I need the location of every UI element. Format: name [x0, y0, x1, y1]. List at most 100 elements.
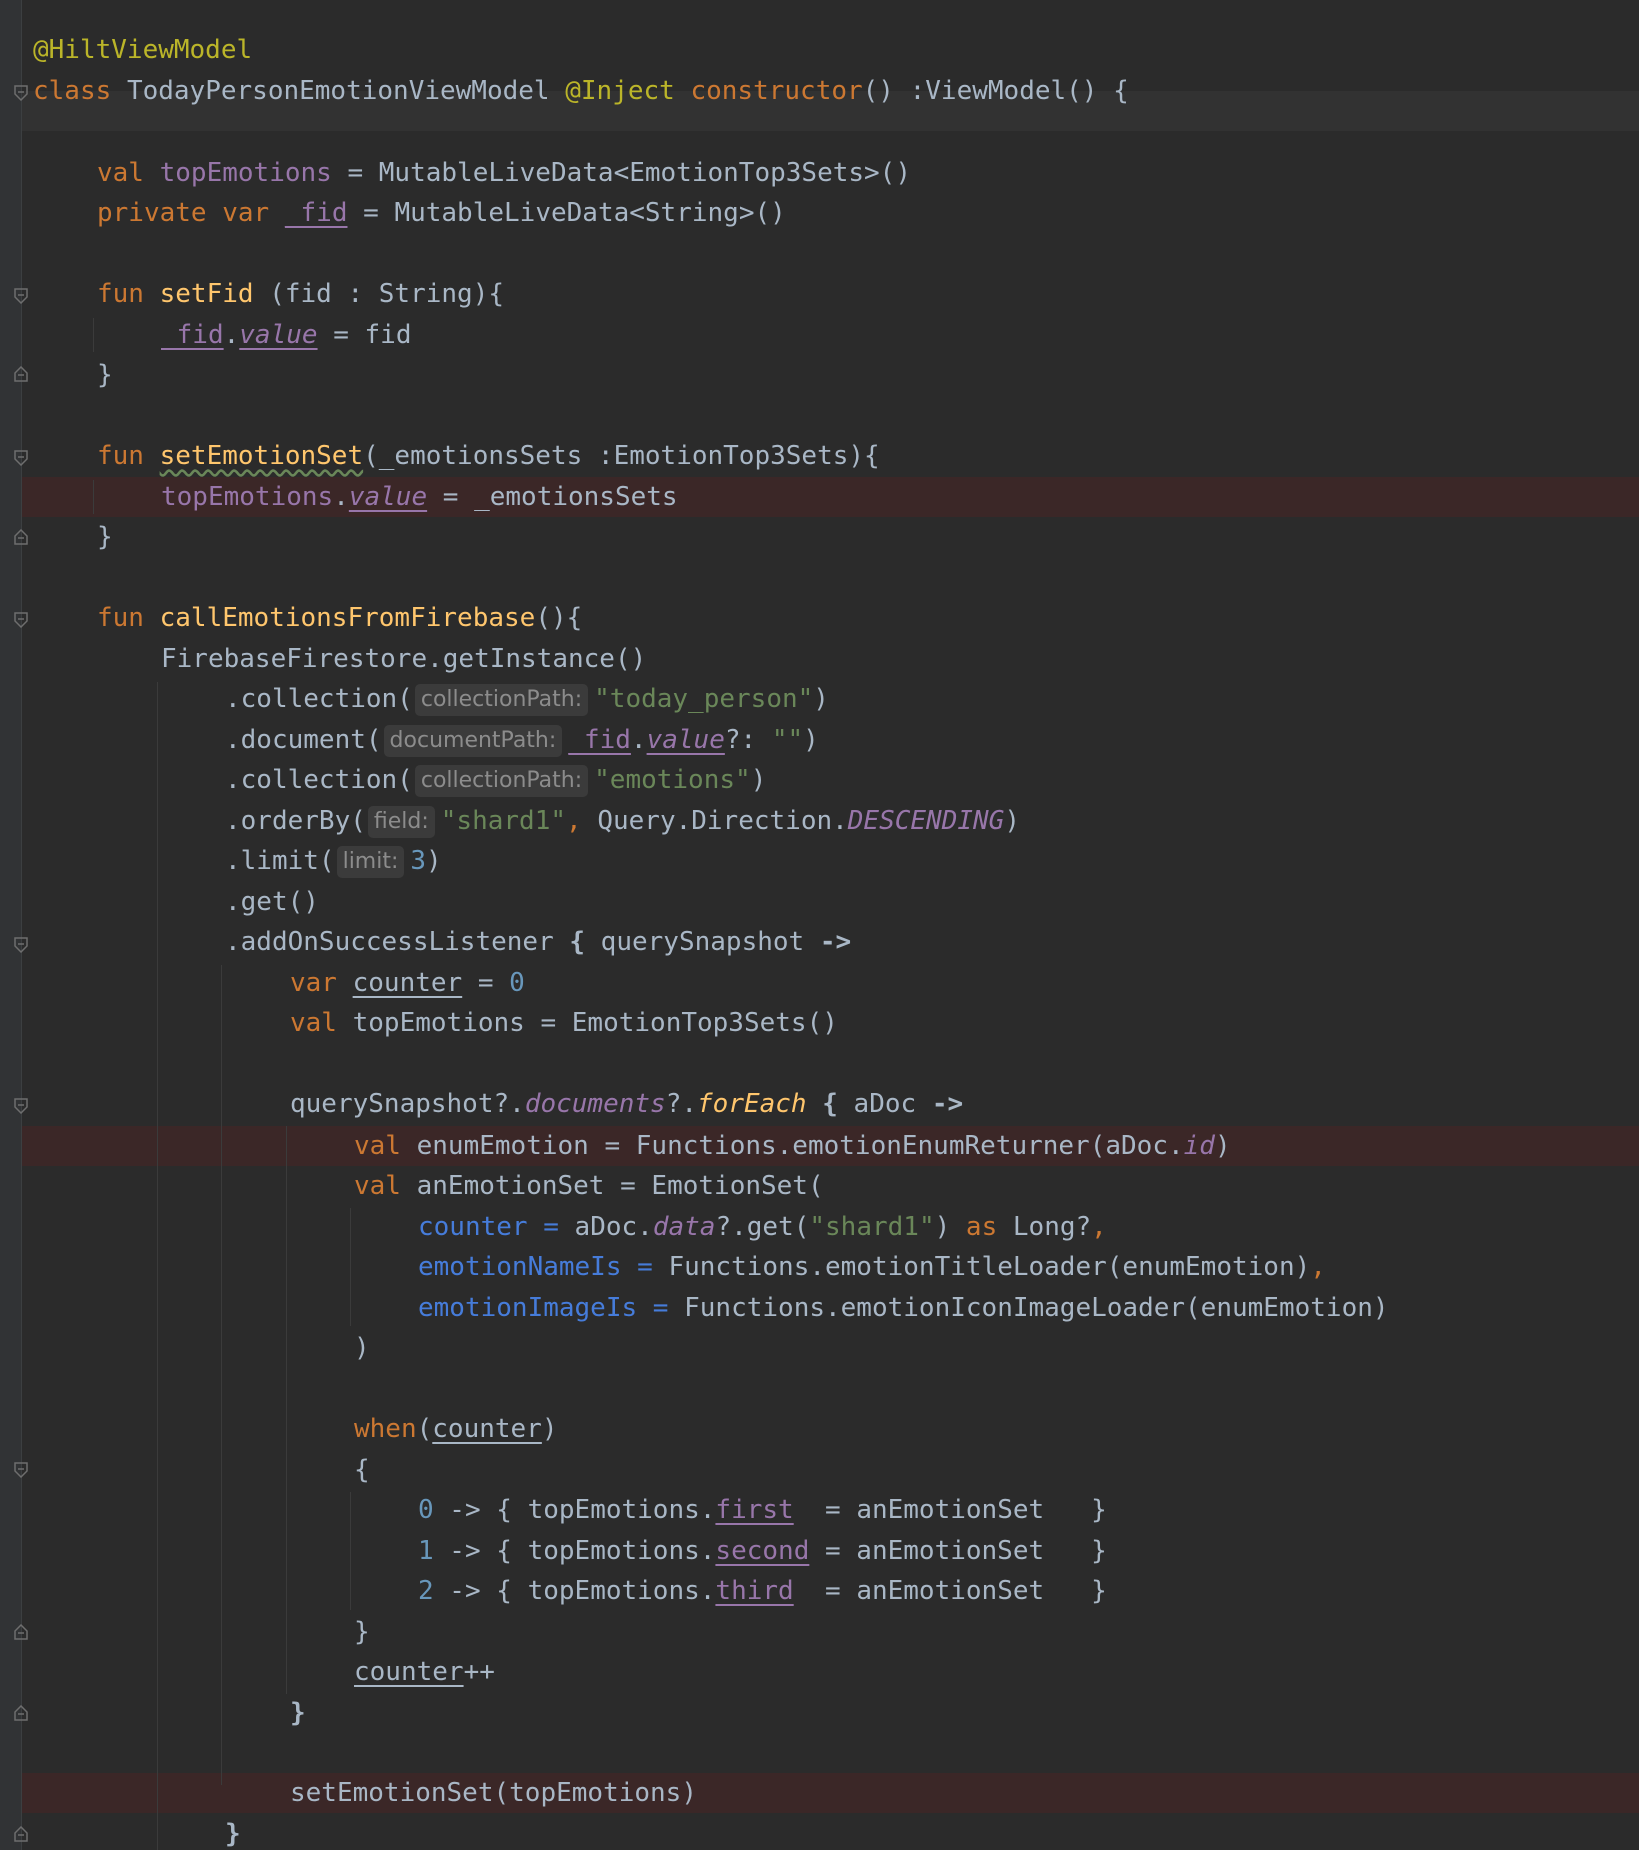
code-line[interactable]: } [290, 1693, 306, 1733]
keyword: val [97, 158, 144, 188]
code-text: = _emotionsSets [427, 482, 678, 512]
code-line[interactable]: 2 -> { topEmotions.third = anEmotionSet … [418, 1571, 1107, 1611]
annotation: @HiltViewModel [33, 35, 253, 65]
property: value [348, 482, 428, 512]
code-line[interactable]: val topEmotions = EmotionTop3Sets() [290, 1003, 838, 1043]
code-line[interactable]: FirebaseFirestore.getInstance() [161, 639, 646, 679]
code-line[interactable]: topEmotions.value = _emotionsSets [161, 477, 678, 517]
code-text: Functions.emotionIconImageLoader(enumEmo… [684, 1293, 1389, 1323]
code-text: , [1310, 1252, 1326, 1282]
keyword: constructor [690, 76, 863, 106]
code-line[interactable]: emotionImageIs = Functions.emotionIconIm… [418, 1288, 1389, 1328]
code-line[interactable]: .collection(collectionPath: "emotions") [225, 760, 766, 800]
code-line[interactable]: .document(documentPath: _fid.value?: "") [225, 720, 819, 760]
property: id [1183, 1131, 1215, 1161]
code-line[interactable]: ) [354, 1328, 370, 1368]
keyword: var [222, 198, 270, 228]
code-text: -> { topEmotions. [433, 1495, 716, 1525]
code-line[interactable]: { [354, 1450, 370, 1490]
keyword: private [97, 198, 207, 228]
fold-collapse-icon[interactable] [14, 288, 28, 304]
fold-end-icon[interactable] [14, 366, 28, 382]
code-line[interactable]: .limit(limit: 3) [225, 841, 442, 881]
code-text: (_emotionsSets :EmotionTop3Sets){ [363, 441, 880, 471]
indent-guide [286, 1126, 287, 1694]
code-text: = anEmotionSet } [793, 1495, 1107, 1525]
code-line[interactable]: val topEmotions = MutableLiveData<Emotio… [97, 153, 911, 193]
enum-constant: DESCENDING [847, 806, 1005, 836]
code-text: ++ [463, 1657, 495, 1687]
fold-collapse-icon[interactable] [14, 85, 28, 101]
fold-end-icon[interactable] [14, 1705, 28, 1721]
code-line[interactable]: counter = aDoc.data?.get("shard1") as Lo… [418, 1207, 1107, 1247]
parameter-hint: collectionPath: [414, 684, 589, 716]
code-line[interactable]: class TodayPersonEmotionViewModel @Injec… [33, 71, 1129, 111]
code-line[interactable]: emotionNameIs = Functions.emotionTitleLo… [418, 1247, 1326, 1287]
fold-end-icon[interactable] [14, 1826, 28, 1842]
code-line[interactable]: 0 -> { topEmotions.first = anEmotionSet … [418, 1490, 1107, 1530]
code-line[interactable]: .collection(collectionPath: "today_person… [225, 679, 829, 719]
fold-collapse-icon[interactable] [14, 1462, 28, 1478]
code-line[interactable]: val enumEmotion = Functions.emotionEnumR… [354, 1126, 1231, 1166]
code-line[interactable]: _fid.value = fid [161, 315, 411, 355]
code-line[interactable]: querySnapshot?.documents?.forEach { aDoc… [290, 1084, 963, 1124]
named-argument: counter [418, 1212, 528, 1242]
code-text: querySnapshot?. [290, 1089, 525, 1119]
code-text: . [223, 320, 240, 350]
variable: counter [432, 1414, 542, 1444]
code-line[interactable]: .get() [225, 882, 319, 922]
string-literal: "" [771, 725, 804, 755]
code-text: ) [541, 1414, 558, 1444]
code-line[interactable]: 1 -> { topEmotions.second = anEmotionSet… [418, 1531, 1107, 1571]
code-line[interactable]: private var _fid = MutableLiveData<Strin… [97, 193, 786, 233]
code-line[interactable]: } [225, 1814, 241, 1850]
keyword: fun [97, 441, 144, 471]
code-text: = MutableLiveData<EmotionTop3Sets>() [331, 158, 911, 188]
code-line[interactable]: when(counter) [354, 1409, 558, 1449]
code-line[interactable]: setEmotionSet(topEmotions) [290, 1773, 697, 1813]
property: _fid [284, 198, 348, 228]
property: value [646, 725, 725, 755]
indent-guide [93, 480, 94, 514]
fold-collapse-icon[interactable] [14, 1098, 28, 1114]
keyword: class [33, 76, 112, 106]
property: first [715, 1495, 794, 1525]
fold-end-icon[interactable] [14, 1624, 28, 1640]
code-text: = [637, 1293, 685, 1323]
code-editor[interactable]: @HiltViewModel class TodayPersonEmotionV… [0, 0, 1639, 1850]
code-line[interactable]: } [97, 355, 113, 395]
fold-collapse-icon[interactable] [14, 612, 28, 628]
lambda-arrow: -> [931, 1089, 964, 1119]
code-text: = [462, 968, 510, 998]
code-line[interactable]: .addOnSuccessListener { querySnapshot -> [225, 922, 851, 962]
code-text: .collection( [225, 684, 413, 714]
code-text: -> { topEmotions. [433, 1576, 716, 1606]
code-line[interactable]: val anEmotionSet = EmotionSet( [354, 1166, 824, 1206]
code-line[interactable]: var counter = 0 [290, 963, 525, 1003]
code-text: ) [1214, 1131, 1231, 1161]
code-line[interactable]: } [354, 1612, 370, 1652]
code-text: ) [354, 1333, 370, 1363]
code-text: { [354, 1455, 370, 1485]
indent-guide [350, 1492, 351, 1610]
code-line[interactable]: @HiltViewModel [33, 30, 252, 70]
code-text: querySnapshot [585, 927, 820, 957]
function-name: callEmotionsFromFirebase [159, 603, 536, 633]
code-line[interactable]: .orderBy(field: "shard1", Query.Direction… [225, 801, 1020, 841]
code-text: .addOnSuccessListener [225, 927, 570, 957]
indent-guide [350, 1208, 351, 1326]
code-line[interactable]: fun callEmotionsFromFirebase(){ [97, 598, 582, 638]
fold-collapse-icon[interactable] [14, 937, 28, 953]
code-line[interactable]: fun setFid (fid : String){ [97, 274, 504, 314]
lambda-brace: { [569, 927, 586, 957]
code-line[interactable]: } [97, 517, 113, 557]
code-text: ) [426, 846, 442, 876]
keyword: as [965, 1212, 998, 1242]
fold-collapse-icon[interactable] [14, 450, 28, 466]
code-text: .limit( [225, 846, 335, 876]
fold-end-icon[interactable] [14, 529, 28, 545]
code-line[interactable]: fun setEmotionSet(_emotionsSets :Emotion… [97, 436, 880, 476]
editor-gutter[interactable] [0, 0, 22, 1850]
gutter-divider [21, 0, 22, 1850]
code-line[interactable]: counter++ [354, 1652, 495, 1692]
